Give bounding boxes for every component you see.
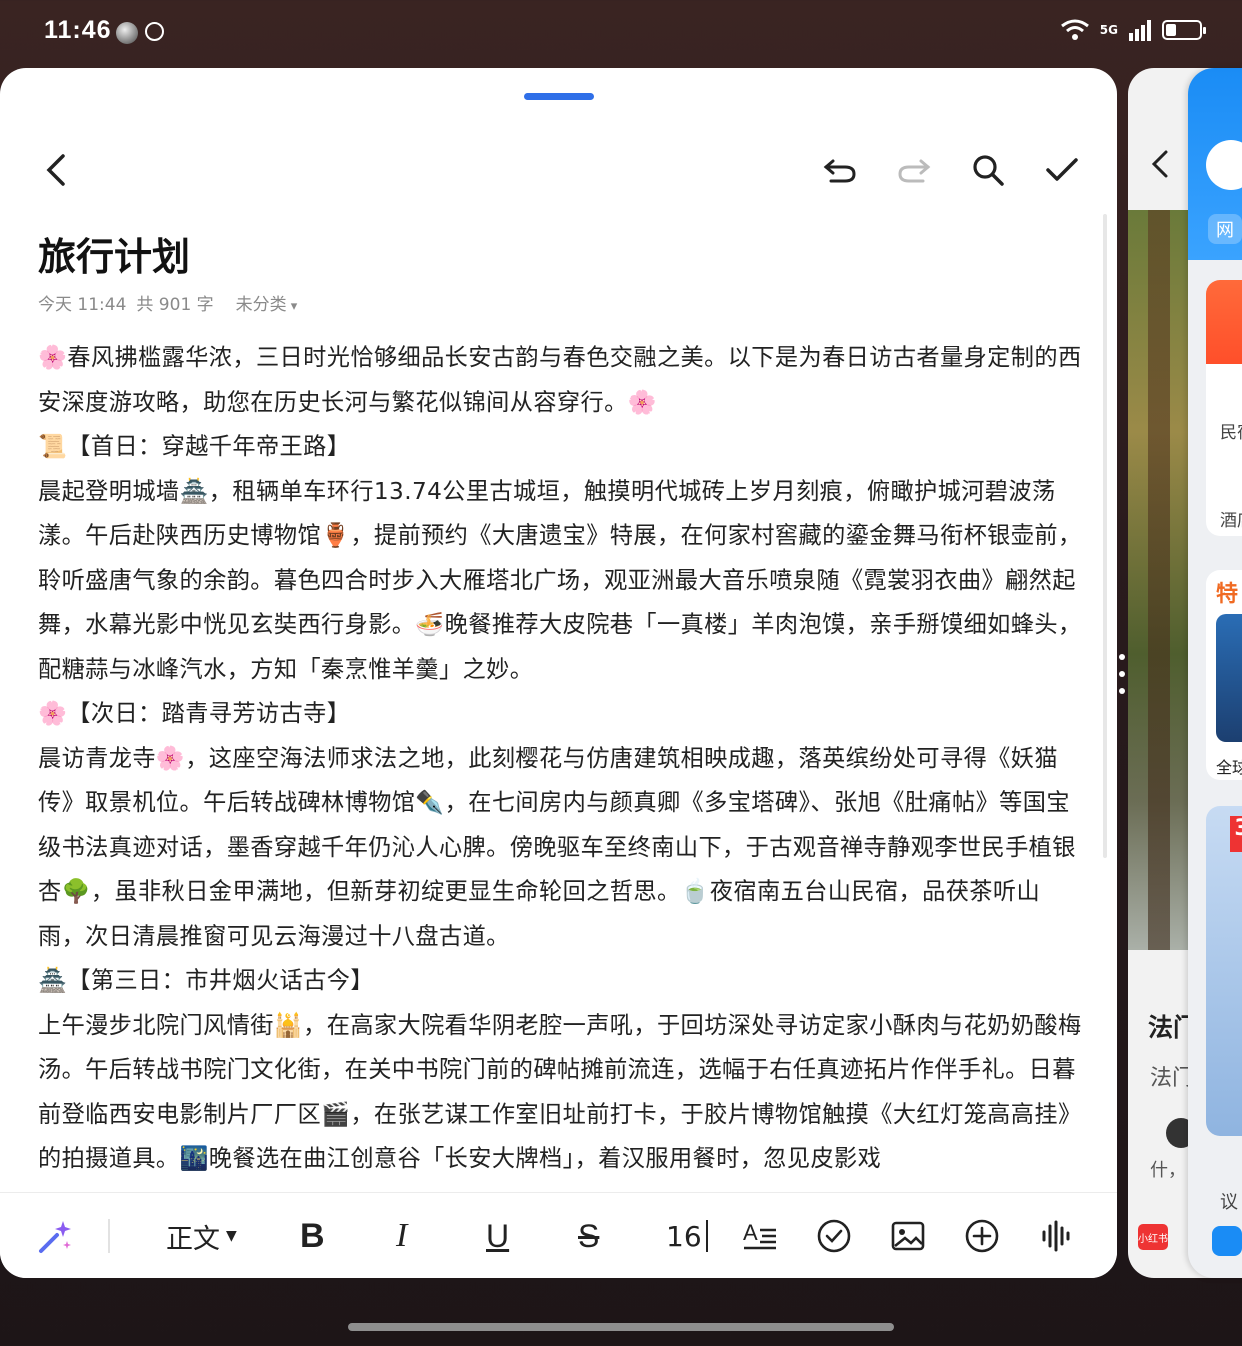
- note-title[interactable]: 旅行计划: [38, 226, 190, 281]
- card-heading: 特: [1216, 582, 1239, 607]
- globe-icon: [145, 22, 164, 41]
- ai-sparkle-icon[interactable]: [36, 1213, 76, 1259]
- checklist-icon[interactable]: [814, 1213, 854, 1259]
- app-tag[interactable]: 网: [1208, 214, 1242, 244]
- back-icon[interactable]: [34, 148, 78, 192]
- app-header: 网: [1188, 68, 1242, 260]
- network-label: 5G: [1099, 23, 1118, 37]
- home-indicator[interactable]: [348, 1323, 894, 1331]
- section-heading: 🌸【次日：踏青寻芳访古寺】: [38, 700, 351, 727]
- card-label: 民宿: [1220, 423, 1242, 443]
- text-format-icon[interactable]: A: [740, 1213, 780, 1259]
- window-drag-handle[interactable]: [524, 93, 594, 100]
- battery-icon: [1162, 20, 1206, 40]
- back-icon[interactable]: [1150, 148, 1170, 188]
- paragraph: 晨起登明城墙🏯，租辆单车环行13.74公里古城垣，触摸明代城砖上岁月刻痕，俯瞰护…: [38, 477, 1082, 683]
- card[interactable]: 民宿 酒店: [1206, 280, 1242, 536]
- section-heading: 📜【首日：穿越千年帝王路】: [38, 433, 351, 460]
- redo-icon[interactable]: [892, 148, 936, 192]
- card-caption: 全球: [1216, 758, 1242, 777]
- voice-waveform-icon[interactable]: [1036, 1213, 1076, 1259]
- paragraph: 🌸春风拂槛露华浓，三日时光恰够细品长安古韵与春色交融之美。以下是为春日访古者量身…: [38, 344, 1082, 416]
- note-word-count: 共 901 字: [136, 295, 214, 315]
- split-view-handle[interactable]: [1119, 654, 1125, 694]
- chevron-down-icon: ▼: [226, 1228, 237, 1244]
- section-heading: 🏯【第三日：市井烟火话古今】: [38, 967, 374, 994]
- app-badge[interactable]: 小红书: [1138, 1224, 1168, 1250]
- card-badge: 3: [1230, 816, 1242, 852]
- side-comment: 什，: [1150, 1160, 1186, 1181]
- top-toolbar: [0, 138, 1117, 202]
- card-image: [1216, 614, 1242, 742]
- search-icon[interactable]: [966, 148, 1010, 192]
- italic-button[interactable]: I: [396, 1213, 407, 1259]
- note-date: 今天 11:44: [38, 295, 127, 315]
- image-icon[interactable]: [888, 1213, 928, 1259]
- divider: [108, 1219, 110, 1253]
- note-body[interactable]: 🌸春风拂槛露华浓，三日时光恰够细品长安古韵与春色交融之美。以下是为春日访古者量身…: [38, 336, 1084, 1186]
- bold-button[interactable]: B: [300, 1213, 325, 1259]
- status-bar: 11:46 5G: [0, 0, 1242, 66]
- banner: [1206, 280, 1242, 364]
- format-toolbar: 正文 ▼ B I U S 16 A: [0, 1192, 1117, 1278]
- card[interactable]: 3: [1206, 806, 1242, 1136]
- status-time: 11:46: [44, 16, 112, 44]
- photo: [1128, 210, 1188, 950]
- paragraph: 晨访青龙寺🌸，这座空海法师求法之地，此刻樱花与仿唐建筑相映成趣，落英缤纷处可寻得…: [38, 744, 1076, 950]
- text-style-dropdown[interactable]: 正文 ▼: [166, 1213, 237, 1259]
- underline-button[interactable]: U: [486, 1213, 509, 1259]
- cloud-icon[interactable]: [1206, 140, 1242, 190]
- wifi-icon: [1060, 19, 1089, 40]
- card[interactable]: 特 全球: [1206, 570, 1242, 780]
- svg-text:A: A: [743, 1220, 758, 1245]
- paragraph: 上午漫步北院门风情街🕌，在高家大院看华阴老腔一声吼，于回坊深处寻访定家小酥肉与花…: [38, 1011, 1082, 1173]
- category-dropdown[interactable]: 未分类: [236, 290, 298, 315]
- card-label: 酒店: [1220, 511, 1242, 531]
- note-meta: 今天 11:44 共 901 字 未分类: [38, 290, 297, 315]
- right-app-window: 网 民宿 酒店 特 全球 3 议: [1188, 68, 1242, 1278]
- home-icon[interactable]: [1212, 1226, 1242, 1256]
- add-icon[interactable]: [962, 1213, 1002, 1259]
- strikethrough-button[interactable]: S: [578, 1213, 599, 1259]
- text-style-label: 正文: [166, 1223, 220, 1255]
- scrollbar[interactable]: [1103, 214, 1107, 858]
- font-size-button[interactable]: 16: [666, 1213, 708, 1259]
- card-label: 议: [1220, 1192, 1238, 1213]
- signal-icon: [1129, 20, 1151, 41]
- note-editor-window: 旅行计划 今天 11:44 共 901 字 未分类 🌸春风拂槛露华浓，三日时光恰…: [0, 68, 1117, 1278]
- moon-icon: [116, 22, 138, 44]
- undo-icon[interactable]: [818, 148, 862, 192]
- confirm-check-icon[interactable]: [1040, 148, 1084, 192]
